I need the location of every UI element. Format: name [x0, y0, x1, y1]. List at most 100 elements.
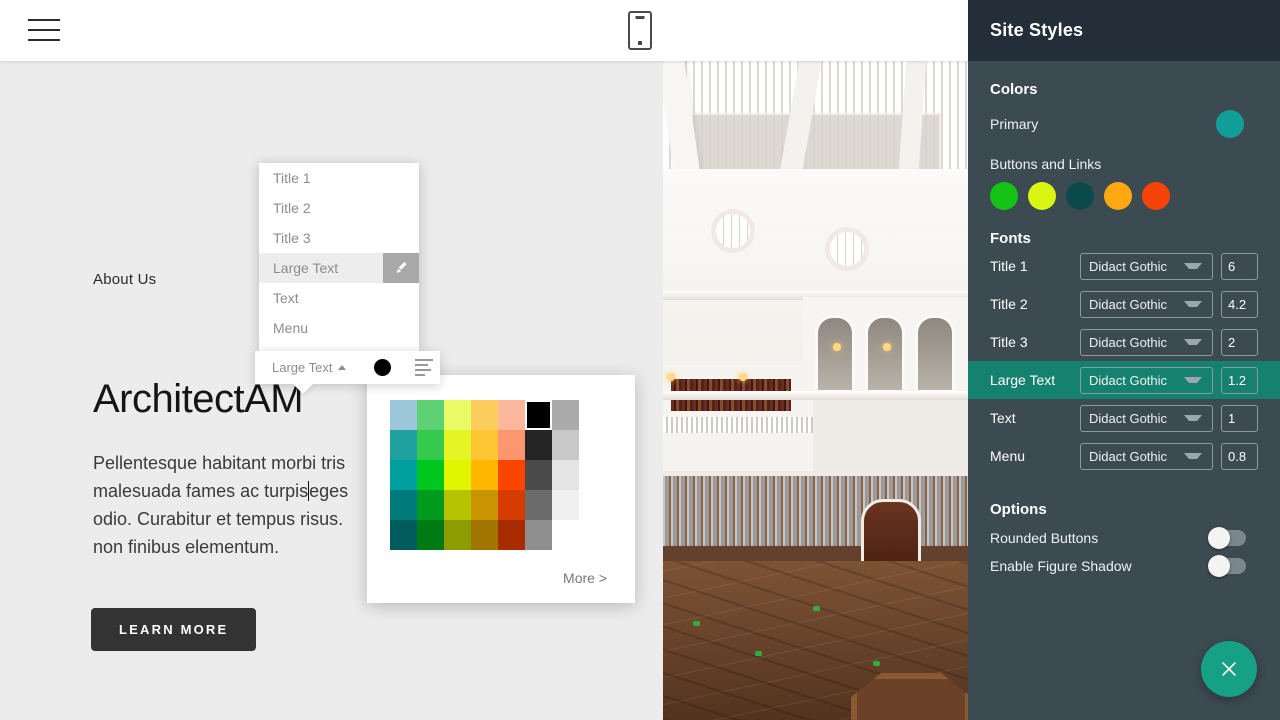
type-option-menu[interactable]: Menu	[259, 313, 419, 343]
photo-arch-2	[865, 315, 905, 393]
color-swatch-r1-c5[interactable]	[498, 400, 525, 430]
color-swatch-r3-c6[interactable]	[525, 460, 552, 490]
text-align-left-icon[interactable]	[415, 359, 433, 376]
font-row-title-3[interactable]: Title 3Didact Gothic2	[968, 323, 1280, 361]
font-size-input[interactable]: 6	[1221, 253, 1258, 280]
font-size-input[interactable]: 0.8	[1221, 443, 1258, 470]
photo-balcony	[663, 361, 813, 471]
chevron-up-icon[interactable]	[338, 365, 346, 370]
option-figure-shadow: Enable Figure Shadow	[968, 546, 1280, 574]
font-family-select[interactable]: Didact Gothic	[1080, 329, 1213, 356]
paragraph-line-2a: malesuada fames ac turpis	[93, 481, 308, 501]
color-swatch-r2-c6[interactable]	[525, 430, 552, 460]
text-color-swatch[interactable]	[374, 359, 391, 376]
font-row-text[interactable]: TextDidact Gothic1	[968, 399, 1280, 437]
type-option-label: Text	[273, 290, 299, 306]
buttons-links-label: Buttons and Links	[968, 138, 1280, 172]
color-swatch-r2-c2[interactable]	[417, 430, 444, 460]
color-swatch-r2-c1[interactable]	[390, 430, 417, 460]
color-swatch-r5-c1[interactable]	[390, 520, 417, 550]
font-size-input[interactable]: 1	[1221, 405, 1258, 432]
type-option-title-3[interactable]: Title 3	[259, 223, 419, 253]
photo-lamp-1	[833, 343, 841, 351]
color-swatch-r2-c5[interactable]	[498, 430, 525, 460]
color-swatch-r4-c5[interactable]	[498, 490, 525, 520]
phone-speaker	[636, 16, 645, 19]
button-link-swatch-1[interactable]	[990, 182, 1018, 210]
current-block-type[interactable]: Large Text	[255, 360, 332, 375]
color-swatch-r2-c7[interactable]	[552, 430, 579, 460]
color-swatch-r5-c6[interactable]	[525, 520, 552, 550]
color-swatch-r4-c7[interactable]	[552, 490, 579, 520]
learn-more-button[interactable]: LEARN MORE	[91, 608, 256, 651]
button-link-swatch-3[interactable]	[1066, 182, 1094, 210]
font-row-title-2[interactable]: Title 2Didact Gothic4.2	[968, 285, 1280, 323]
font-size-input[interactable]: 1.2	[1221, 367, 1258, 394]
color-swatch-r3-c5[interactable]	[498, 460, 525, 490]
font-family-select[interactable]: Didact Gothic	[1080, 367, 1213, 394]
more-colors-link[interactable]: More >	[563, 570, 607, 586]
type-option-title-1[interactable]: Title 1	[259, 163, 419, 193]
panel-title: Site Styles	[990, 20, 1083, 41]
rounded-buttons-toggle[interactable]	[1210, 530, 1246, 546]
color-swatch-r5-c2[interactable]	[417, 520, 444, 550]
hero-eyebrow: About Us	[93, 271, 156, 288]
close-panel-button[interactable]	[1201, 641, 1257, 697]
color-swatch-r1-c6[interactable]	[525, 400, 552, 430]
font-family-select[interactable]: Didact Gothic	[1080, 405, 1213, 432]
close-icon	[1218, 658, 1240, 680]
button-link-swatch-2[interactable]	[1028, 182, 1056, 210]
toggle-knob	[1208, 527, 1230, 549]
type-option-text[interactable]: Text	[259, 283, 419, 313]
font-size-input[interactable]: 4.2	[1221, 291, 1258, 318]
hamburger-menu-icon[interactable]	[28, 19, 60, 42]
color-swatch-r5-c7[interactable]	[552, 520, 579, 550]
chevron-down-icon	[1184, 301, 1202, 307]
color-swatch-r4-c3[interactable]	[444, 490, 471, 520]
color-swatch-r4-c6[interactable]	[525, 490, 552, 520]
font-family-select[interactable]: Didact Gothic	[1080, 291, 1213, 318]
color-swatch-r3-c7[interactable]	[552, 460, 579, 490]
font-row-menu[interactable]: MenuDidact Gothic0.8	[968, 437, 1280, 475]
color-swatch-r3-c2[interactable]	[417, 460, 444, 490]
paragraph-line-2b: eges	[309, 481, 348, 501]
hero-title[interactable]: ArchitectAM	[93, 379, 303, 419]
figure-shadow-toggle[interactable]	[1210, 558, 1246, 574]
color-swatch-r5-c3[interactable]	[444, 520, 471, 550]
button-link-swatch-4[interactable]	[1104, 182, 1132, 210]
color-swatch-r1-c2[interactable]	[417, 400, 444, 430]
toolbar-pointer	[293, 384, 313, 394]
color-swatch-r1-c4[interactable]	[471, 400, 498, 430]
photo-lamp-4	[739, 373, 747, 381]
color-swatch-r3-c1[interactable]	[390, 460, 417, 490]
font-family-select[interactable]: Didact Gothic	[1080, 253, 1213, 280]
color-swatch-r3-c4[interactable]	[471, 460, 498, 490]
color-swatch-r4-c1[interactable]	[390, 490, 417, 520]
color-swatch-r5-c5[interactable]	[498, 520, 525, 550]
font-family-select[interactable]: Didact Gothic	[1080, 443, 1213, 470]
color-swatch-r2-c4[interactable]	[471, 430, 498, 460]
inline-format-toolbar: Large Text	[255, 351, 440, 384]
color-swatch-r4-c4[interactable]	[471, 490, 498, 520]
type-option-title-2[interactable]: Title 2	[259, 193, 419, 223]
color-swatch-r4-c2[interactable]	[417, 490, 444, 520]
type-option-large-text[interactable]: Large Text	[259, 253, 419, 283]
paintbrush-icon[interactable]	[383, 253, 419, 283]
font-family-value: Didact Gothic	[1081, 449, 1167, 464]
button-link-swatch-5[interactable]	[1142, 182, 1170, 210]
color-swatch-r1-c7[interactable]	[552, 400, 579, 430]
mobile-preview-icon[interactable]	[628, 11, 652, 50]
primary-color-swatch[interactable]	[1216, 110, 1244, 138]
color-swatch-r3-c3[interactable]	[444, 460, 471, 490]
panel-header: Site Styles	[968, 0, 1280, 61]
block-type-dropdown[interactable]: Title 1 Title 2 Title 3 Large Text Text	[259, 163, 419, 351]
font-size-input[interactable]: 2	[1221, 329, 1258, 356]
color-swatch-r1-c3[interactable]	[444, 400, 471, 430]
color-swatch-r2-c3[interactable]	[444, 430, 471, 460]
font-row-title-1[interactable]: Title 1Didact Gothic6	[968, 247, 1280, 285]
color-swatch-r5-c4[interactable]	[471, 520, 498, 550]
type-option-label: Title 1	[273, 170, 311, 186]
font-row-large-text[interactable]: Large TextDidact Gothic1.2	[968, 361, 1280, 399]
font-family-value: Didact Gothic	[1081, 297, 1167, 312]
color-swatch-r1-c1[interactable]	[390, 400, 417, 430]
